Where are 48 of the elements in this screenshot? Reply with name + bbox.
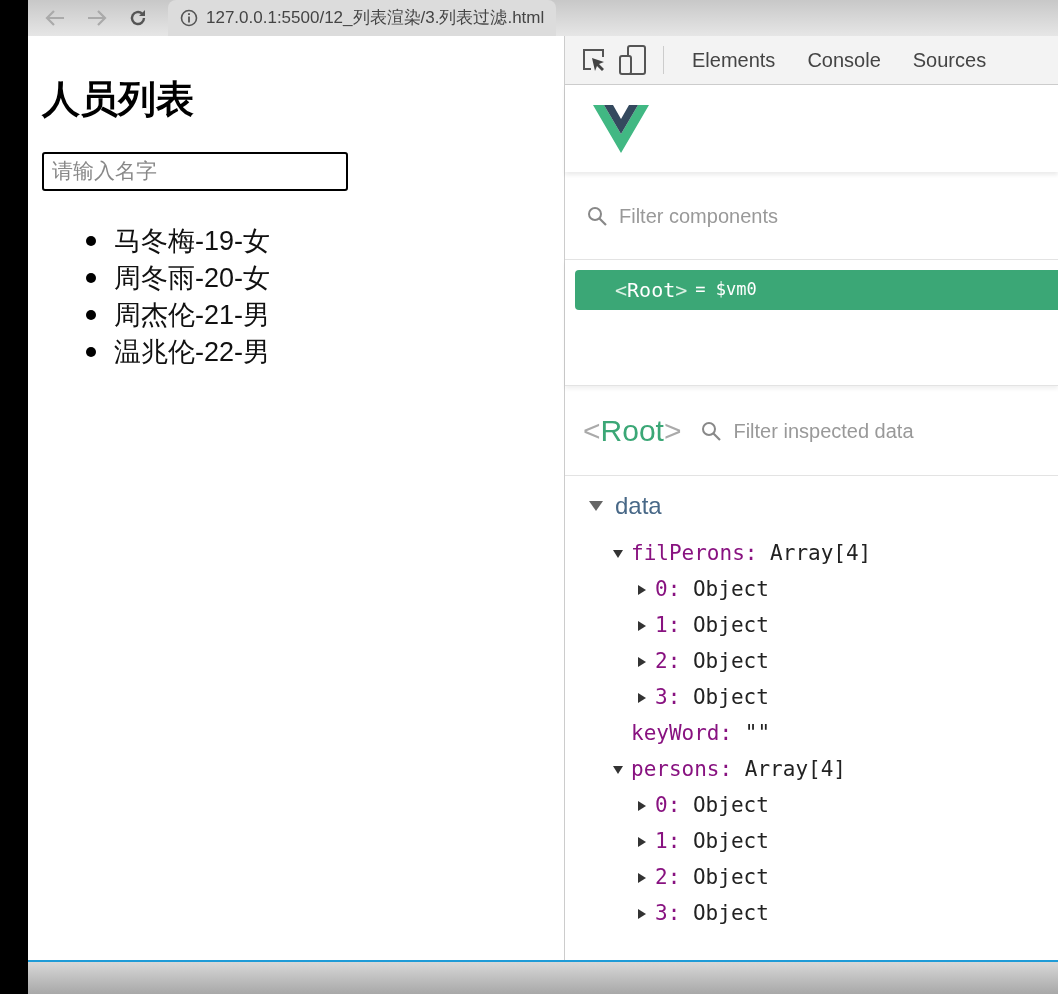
component-filter-field[interactable]: Filter components: [619, 200, 919, 231]
bullet-icon: [86, 310, 96, 320]
data-entry[interactable]: 0: Object: [655, 574, 769, 606]
person-item: 周冬雨-20-女: [114, 261, 270, 295]
devtools-tab[interactable]: Sources: [896, 36, 1003, 84]
collapsed-arrow-icon[interactable]: [637, 801, 647, 811]
data-entry[interactable]: 1: Object: [655, 610, 769, 642]
data-entry[interactable]: 1: Object: [655, 826, 769, 858]
search-icon: [587, 205, 607, 226]
url-text: 127.0.0.1:5500/12_列表渲染/3.列表过滤.html: [206, 7, 545, 30]
data-entry[interactable]: filPerons: Array[4]: [631, 538, 872, 570]
person-item: 温兆伦-22-男: [114, 335, 270, 369]
collapsed-arrow-icon[interactable]: [637, 657, 647, 667]
person-item: 周杰伦-21-男: [114, 298, 270, 332]
info-icon[interactable]: [180, 9, 198, 27]
page-heading: 人员列表: [42, 77, 195, 122]
reload-icon[interactable]: [128, 8, 148, 28]
inspect-element-icon[interactable]: [581, 47, 607, 73]
collapsed-arrow-icon[interactable]: [637, 585, 647, 595]
expanded-arrow-icon[interactable]: [613, 549, 623, 559]
bullet-icon: [86, 347, 96, 357]
collapsed-arrow-icon[interactable]: [637, 837, 647, 847]
data-entry[interactable]: 3: Object: [655, 682, 769, 714]
search-icon: [701, 420, 722, 441]
devtools-tab[interactable]: Console: [791, 36, 897, 84]
inspected-component-name: <Root>: [583, 413, 682, 449]
expanded-arrow-icon[interactable]: [613, 765, 623, 775]
data-entry: keyWord: "": [631, 720, 771, 748]
expanded-arrow-icon[interactable]: [589, 501, 603, 511]
devtools-tab[interactable]: Elements: [676, 36, 792, 84]
collapsed-arrow-icon[interactable]: [637, 873, 647, 883]
bullet-icon: [86, 273, 96, 283]
data-entry[interactable]: 2: Object: [655, 646, 769, 678]
inspected-filter-field[interactable]: Filter inspected data: [733, 415, 994, 446]
bullet-icon: [86, 236, 96, 246]
vue-logo-icon: [593, 104, 649, 153]
section-label[interactable]: data: [615, 488, 662, 524]
person-item: 马冬梅-19-女: [114, 224, 270, 258]
data-entry[interactable]: persons: Array[4]: [631, 754, 846, 786]
device-toggle-icon[interactable]: [619, 45, 647, 75]
name-input-field[interactable]: 请输入名字: [42, 151, 348, 191]
collapsed-arrow-icon[interactable]: [637, 621, 647, 631]
collapsed-arrow-icon[interactable]: [637, 909, 647, 919]
collapsed-arrow-icon[interactable]: [637, 693, 647, 703]
address-bar[interactable]: 127.0.0.1:5500/12_列表渲染/3.列表过滤.html: [168, 0, 557, 36]
data-entry[interactable]: 2: Object: [655, 862, 769, 894]
data-entry[interactable]: 0: Object: [655, 790, 769, 822]
data-entry[interactable]: 3: Object: [655, 898, 769, 930]
